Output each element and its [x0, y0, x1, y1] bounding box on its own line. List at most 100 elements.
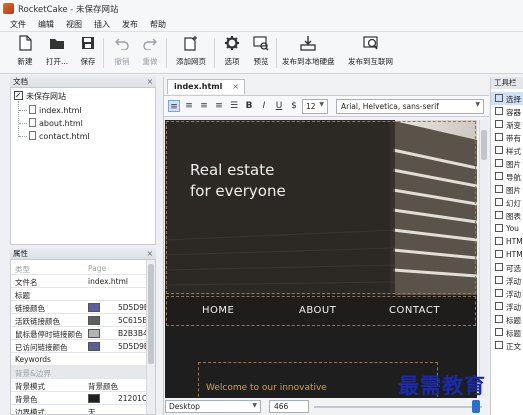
toolbox-item[interactable]: You: [491, 222, 523, 235]
toolbox-header: 工具栏: [491, 77, 523, 89]
property-row-active-link-color[interactable]: 活跃链接颜色 5C615E: [11, 314, 147, 327]
tree-connector: [19, 123, 27, 124]
property-row-filename[interactable]: 文件名 index.html: [11, 275, 147, 288]
property-row-keywords[interactable]: Keywords: [11, 353, 147, 366]
align-center-icon[interactable]: ≡: [183, 100, 195, 112]
width-slider-handle[interactable]: [472, 400, 480, 413]
open-button[interactable]: 打开...: [46, 35, 68, 67]
font-family-select[interactable]: Arial, Helvetica, sans-serif ▼: [336, 99, 484, 114]
file-item[interactable]: index.html: [29, 105, 82, 115]
toolbox-item[interactable]: 图表: [491, 209, 523, 222]
toolbox-item[interactable]: HTM: [491, 235, 523, 248]
editor-scrollbar[interactable]: [479, 120, 488, 398]
upload-web-icon: [362, 35, 379, 51]
list-icon[interactable]: ☰: [228, 100, 240, 112]
align-justify-icon[interactable]: ≡: [213, 100, 225, 112]
site-navigation[interactable]: HOME ABOUT CONTACT: [165, 295, 477, 327]
color-swatch[interactable]: [88, 316, 100, 325]
toolbox-item[interactable]: 容器: [491, 105, 523, 118]
tab-index-html[interactable]: index.html ×: [167, 79, 245, 94]
undo-button[interactable]: 撤销: [114, 35, 130, 67]
properties-scrollbar[interactable]: [146, 260, 155, 414]
preview-button[interactable]: 预览: [253, 35, 269, 67]
new-button[interactable]: 新建: [17, 35, 33, 67]
window-title: RocketCake - 未保存网站: [18, 4, 119, 15]
folder-open-icon: [49, 35, 65, 51]
options-button[interactable]: 选项: [224, 35, 240, 67]
property-row-visited-link-color[interactable]: 已访问链接颜色 5D5D9E: [11, 340, 149, 353]
menu-edit[interactable]: 编辑: [38, 19, 54, 30]
page-canvas[interactable]: Real estate for everyone HOME ABOUT CONT…: [165, 120, 477, 398]
bold-icon[interactable]: B: [243, 100, 255, 112]
scrollbar-thumb[interactable]: [148, 264, 154, 364]
toolbox-item[interactable]: 可选: [491, 261, 523, 274]
chevron-down-icon: ▼: [252, 402, 257, 409]
toolbox-item[interactable]: 样式: [491, 144, 523, 157]
align-right-icon[interactable]: ≡: [198, 100, 210, 112]
property-row-link-color[interactable]: 链接颜色 5D5D9E: [11, 301, 149, 314]
tool-icon: [495, 120, 503, 128]
tool-icon: [495, 341, 503, 349]
toolbox-item[interactable]: 标题: [491, 313, 523, 326]
publish-local-button[interactable]: 发布到本地硬盘: [282, 35, 335, 67]
strikethrough-icon[interactable]: $: [288, 100, 300, 112]
property-row-hover-link-color[interactable]: 鼠标悬停时链接颜色 B2B3B4: [11, 327, 148, 340]
site-root-item[interactable]: 未保存网站: [14, 91, 66, 102]
publish-web-button[interactable]: 发布到互联网: [348, 35, 393, 67]
color-swatch[interactable]: [88, 329, 100, 338]
color-swatch[interactable]: [88, 394, 100, 403]
close-icon[interactable]: ×: [147, 248, 153, 259]
close-icon[interactable]: ×: [147, 76, 153, 87]
toolbox-item[interactable]: 浮动: [491, 274, 523, 287]
toolbox-item[interactable]: 标题: [491, 326, 523, 339]
italic-icon[interactable]: I: [258, 100, 270, 112]
welcome-heading[interactable]: Welcome to our innovative: [206, 383, 327, 393]
property-row-background-color[interactable]: 背景色 21201C: [11, 392, 147, 405]
toolbox-item[interactable]: 带有: [491, 131, 523, 144]
toolbox-item[interactable]: 选择: [491, 92, 523, 105]
hero-section[interactable]: Real estate for everyone: [165, 120, 477, 295]
property-row-title[interactable]: 标题: [11, 288, 147, 301]
file-item[interactable]: about.html: [29, 118, 83, 128]
width-slider-track[interactable]: [314, 406, 482, 408]
toolbox-item[interactable]: 正文: [491, 339, 523, 352]
toolbox-item[interactable]: 图片: [491, 157, 523, 170]
scrollbar-thumb[interactable]: [481, 130, 487, 160]
width-input[interactable]: 466: [269, 400, 309, 413]
toolbox-item[interactable]: 浮动: [491, 300, 523, 313]
toolbox-item[interactable]: 浮动: [491, 287, 523, 300]
menu-publish[interactable]: 发布: [122, 19, 138, 30]
menu-file[interactable]: 文件: [10, 19, 26, 30]
tree-connector: [18, 101, 19, 137]
toolbox-item[interactable]: HTM: [491, 248, 523, 261]
toolbox-panel: 工具栏 选择 容器 渐变 带有 样式 图片 导航 图片 幻灯 图表 You HTM HTM 可选 浮动 浮动浮…: [490, 77, 523, 415]
redo-button[interactable]: 重做: [142, 35, 158, 67]
add-page-button[interactable]: 添加网页: [176, 35, 206, 67]
toolbox-item[interactable]: 渐变: [491, 118, 523, 131]
font-size-select[interactable]: 12 ▼: [302, 99, 328, 114]
underline-icon[interactable]: U: [273, 100, 285, 112]
menu-view[interactable]: 视图: [66, 19, 82, 30]
color-swatch[interactable]: [88, 342, 100, 351]
tree-connector: [19, 110, 27, 111]
tool-icon: [495, 211, 503, 219]
toolbox-item[interactable]: 幻灯: [491, 196, 523, 209]
tool-icon: [495, 276, 503, 284]
close-tab-icon[interactable]: ×: [232, 82, 239, 91]
editor-status-bar: Desktop ▼ 466: [164, 398, 489, 415]
toolbox-item[interactable]: 图片: [491, 183, 523, 196]
menu-insert[interactable]: 插入: [94, 19, 110, 30]
menu-help[interactable]: 帮助: [150, 19, 166, 30]
tool-icon: [495, 263, 503, 271]
file-item[interactable]: contact.html: [29, 131, 90, 141]
save-button[interactable]: 保存: [80, 35, 96, 67]
property-row-background-mode[interactable]: 背景模式 背景颜色: [11, 379, 147, 392]
tool-icon: [495, 328, 503, 336]
toolbar-separator: [103, 38, 104, 68]
toolbox-item[interactable]: 导航: [491, 170, 523, 183]
color-swatch[interactable]: [88, 303, 100, 312]
align-left-icon[interactable]: ≡: [168, 100, 180, 112]
undo-icon: [114, 35, 130, 51]
property-row-border-mode[interactable]: 边界模式 无: [11, 405, 147, 414]
device-select[interactable]: Desktop ▼: [165, 400, 261, 413]
